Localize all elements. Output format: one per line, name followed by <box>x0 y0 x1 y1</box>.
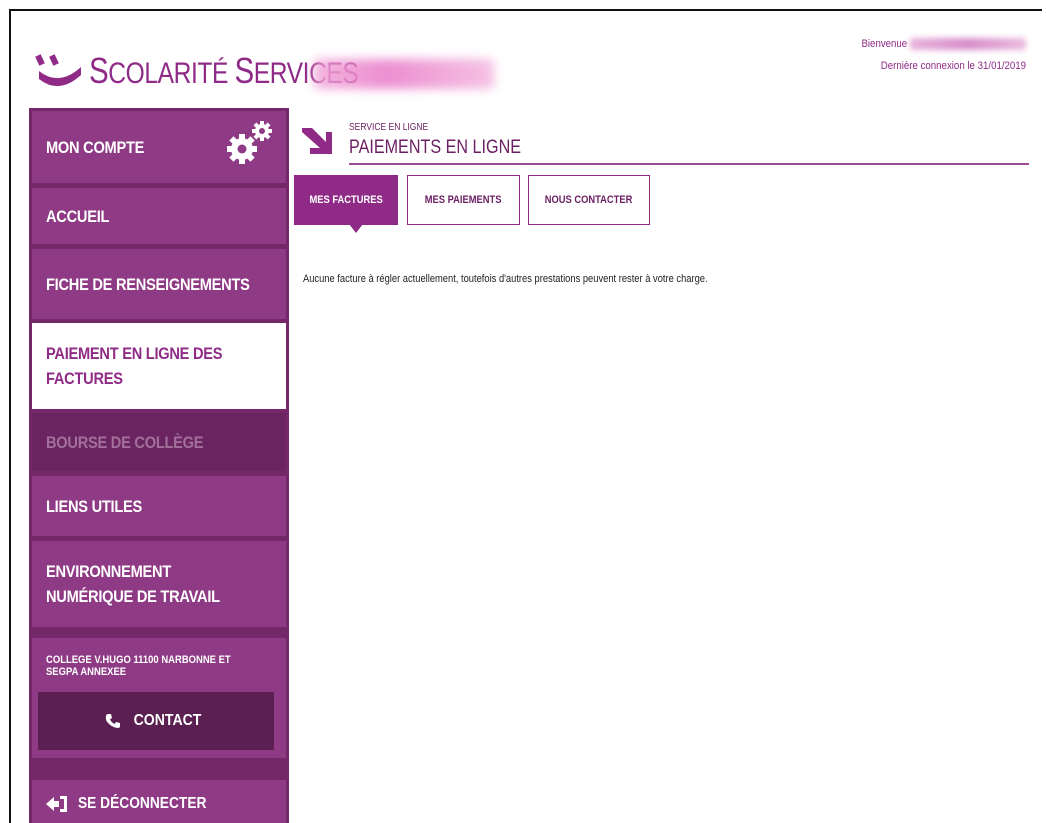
no-invoice-message: Aucune facture à régler actuellement, to… <box>303 273 708 285</box>
sidebar-item-paiement-en-ligne[interactable]: PAIEMENT EN LIGNE DES FACTURES <box>32 323 286 409</box>
sidebar-item-bourse-college: BOURSE DE COLLÈGE <box>32 413 286 471</box>
student-name-redacted <box>314 59 494 89</box>
contact-button[interactable]: CONTACT <box>38 692 274 750</box>
welcome-label: Bienvenue <box>861 38 908 50</box>
user-name-redacted <box>909 38 1026 51</box>
sidebar: MON COMPTE ACCUEIL FICHE DE RENSEIGNEMEN… <box>29 108 289 823</box>
school-name: COLLEGE V.HUGO 11100 NARBONNE ET SEGPA A… <box>46 654 231 678</box>
gear-icon <box>227 121 272 164</box>
page-title: PAIEMENTS EN LIGNE <box>349 137 522 158</box>
app-frame: SCOLARITÉ SERVICES Bienvenue Dernière co… <box>9 9 1042 823</box>
sidebar-item-mon-compte[interactable]: MON COMPTE <box>32 111 286 183</box>
logout-button[interactable]: SE DÉCONNECTER <box>32 780 286 823</box>
tab-mes-factures[interactable]: MES FACTURES <box>294 175 398 225</box>
title-divider <box>349 163 1029 165</box>
sidebar-item-ent[interactable]: ENVIRONNEMENT NUMÉRIQUE DE TRAVAIL <box>32 541 286 627</box>
brand-mark-icon <box>35 54 81 87</box>
logout-icon <box>46 796 67 812</box>
sidebar-item-liens-utiles[interactable]: LIENS UTILES <box>32 476 286 536</box>
phone-icon <box>106 714 121 728</box>
arrow-down-right-icon <box>302 128 332 154</box>
section-eyebrow: SERVICE EN LIGNE <box>349 122 429 133</box>
sidebar-item-accueil[interactable]: ACCUEIL <box>32 188 286 244</box>
tab-nous-contacter[interactable]: NOUS CONTACTER <box>528 175 650 225</box>
school-panel: COLLEGE V.HUGO 11100 NARBONNE ET SEGPA A… <box>32 638 286 758</box>
sidebar-item-fiche-renseignements[interactable]: FICHE DE RENSEIGNEMENTS <box>32 249 286 319</box>
welcome-block: Bienvenue Dernière connexion le 31/01/20… <box>861 33 1026 77</box>
last-login: Dernière connexion le 31/01/2019 <box>880 60 1026 72</box>
active-tab-pointer <box>349 224 363 233</box>
tab-mes-paiements[interactable]: MES PAIEMENTS <box>407 175 520 225</box>
